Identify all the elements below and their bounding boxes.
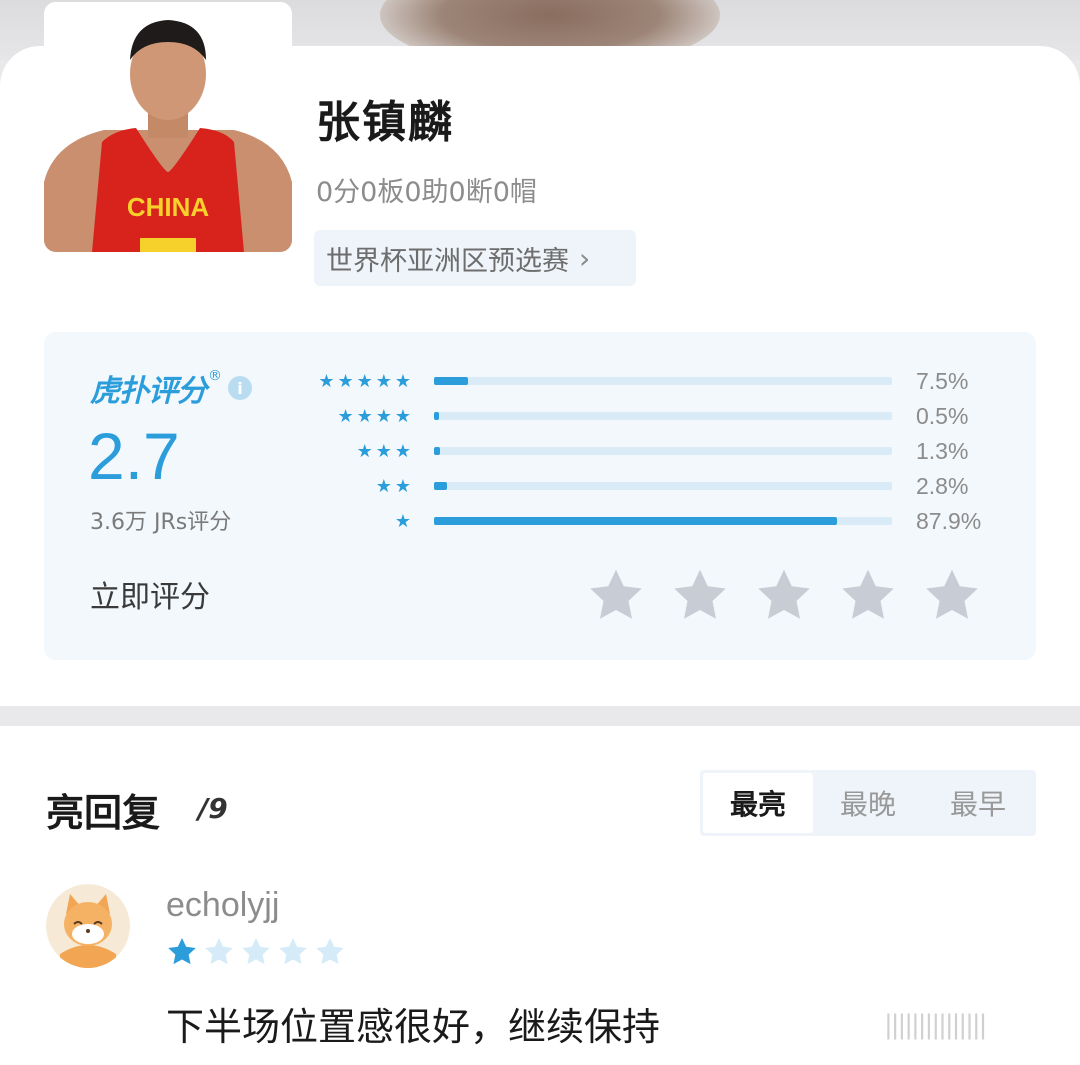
distribution-bar-track	[434, 412, 892, 420]
rate-stars	[586, 566, 1006, 626]
comment-rating-stars	[166, 936, 351, 968]
player-card: CHINA 张镇麟 0分0板0助0断0帽 世界杯亚洲区预选赛 › 虎扑评分 ® …	[0, 2, 1080, 706]
distribution-stars-icon: ★	[394, 510, 414, 532]
tournament-link[interactable]: 世界杯亚洲区预选赛 ›	[314, 230, 636, 286]
player-name: 张镇麟	[316, 97, 454, 148]
player-photo[interactable]: CHINA	[44, 2, 292, 252]
rating-panel: 虎扑评分 ® i 2.7 3.6万 JRs评分 立即评分 ★★★★★ 7.5% ★★…	[44, 332, 1036, 660]
replies-title: 亮回复	[46, 791, 161, 835]
distribution-bar-fill	[434, 447, 440, 455]
empty-star-icon	[279, 938, 307, 965]
distribution-bar-fill	[434, 517, 837, 525]
distribution-row-1-star: ★ 87.9%	[304, 506, 1004, 536]
distribution-stars-icon: ★★★	[356, 440, 414, 462]
tab-latest[interactable]: 最晚	[813, 773, 923, 833]
sort-tabs: 最亮 最晚 最早	[700, 770, 1036, 836]
distribution-bar-fill	[434, 377, 469, 385]
empty-star-icon	[242, 938, 270, 965]
jersey-text: CHINA	[127, 192, 210, 222]
distribution-row-4-star: ★★★★ 0.5%	[304, 401, 1004, 431]
fox-avatar-icon[interactable]	[46, 884, 130, 968]
distribution-row-3-star: ★★★ 1.3%	[304, 436, 1004, 466]
watermark-logo: |||||||||||||||	[884, 1010, 987, 1040]
comment-text: 下半场位置感很好，继续保持	[166, 1005, 661, 1049]
distribution-row-5-star: ★★★★★ 7.5%	[304, 366, 1004, 396]
distribution-bar-track	[434, 447, 892, 455]
tab-earliest[interactable]: 最早	[923, 773, 1033, 833]
registered-mark: ®	[208, 368, 222, 384]
rate-star-3-icon[interactable]	[754, 566, 814, 626]
tab-hottest[interactable]: 最亮	[703, 773, 813, 833]
distribution-percent: 0.5%	[916, 403, 969, 429]
distribution-bar-fill	[434, 412, 439, 420]
rate-star-5-icon[interactable]	[922, 566, 982, 626]
rating-brand: 虎扑评分 ® i	[90, 366, 252, 410]
brand-logo: 虎扑评分	[90, 374, 207, 409]
comment-username[interactable]: echolyjj	[166, 886, 279, 925]
replies-section: 亮回复 /9 最亮 最晚 最早 echolyjj 下半场位置感很好，继续保持 |…	[0, 726, 1080, 1065]
distribution-stars-icon: ★★★★	[337, 405, 414, 427]
distribution-percent: 87.9%	[916, 508, 982, 534]
filled-star-icon	[168, 938, 196, 965]
distribution-percent: 2.8%	[916, 473, 969, 499]
distribution-row-2-star: ★★ 2.8%	[304, 471, 1004, 501]
rate-now-label: 立即评分	[90, 580, 210, 615]
rate-star-1-icon[interactable]	[586, 566, 646, 626]
empty-star-icon	[205, 938, 233, 965]
rater-count: 3.6万 JRs评分	[90, 510, 232, 535]
chevron-right-icon: ›	[579, 241, 591, 275]
distribution-bar-track	[434, 377, 892, 385]
empty-star-icon	[316, 938, 344, 965]
tournament-label: 世界杯亚洲区预选赛	[326, 245, 569, 277]
distribution-stars-icon: ★★	[375, 475, 414, 497]
player-stats: 0分0板0助0断0帽	[316, 177, 537, 208]
average-score: 2.7	[88, 419, 180, 493]
distribution-percent: 1.3%	[916, 438, 969, 464]
rate-star-4-icon[interactable]	[838, 566, 898, 626]
distribution-bar-track	[434, 482, 892, 490]
distribution-percent: 7.5%	[916, 368, 969, 394]
distribution-bar-track	[434, 517, 892, 525]
replies-count: /9	[198, 792, 228, 825]
distribution-bar-fill	[434, 482, 447, 490]
info-icon[interactable]: i	[228, 376, 252, 400]
rate-star-2-icon[interactable]	[670, 566, 730, 626]
distribution-stars-icon: ★★★★★	[318, 370, 414, 392]
